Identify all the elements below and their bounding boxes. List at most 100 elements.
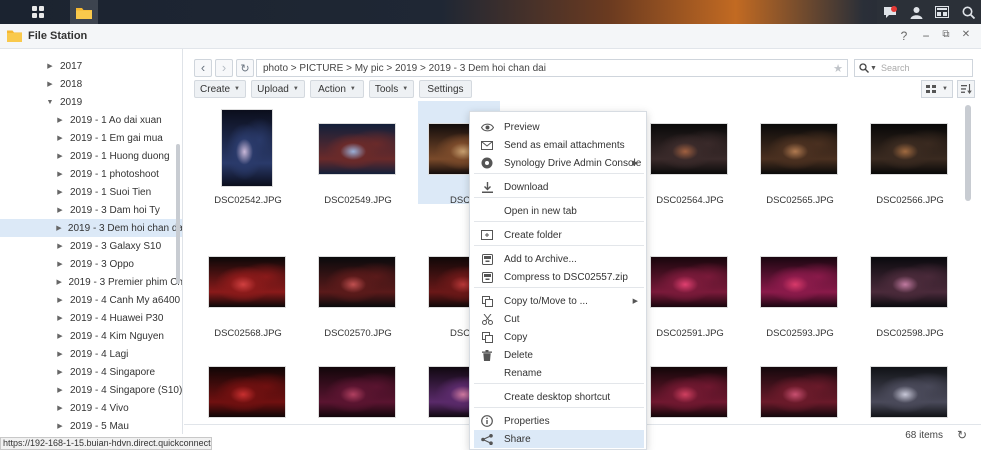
sidebar-item[interactable]: ▶ 2019 - 1 photoshoot	[0, 165, 182, 183]
forward-button[interactable]: ›	[215, 59, 233, 77]
sidebar-item[interactable]: ▶ 2019 - 3 Oppo	[0, 255, 182, 273]
search-taskbar-button[interactable]	[955, 0, 981, 24]
sidebar-item[interactable]: ▶ 2019 - 1 Ao dai xuan	[0, 111, 182, 129]
refresh-path-button[interactable]: ↻	[236, 59, 254, 77]
search-input[interactable]: ▼ Search	[854, 59, 973, 77]
caret-right-icon[interactable]: ▶	[56, 278, 63, 286]
file-item[interactable]: DSC02610.JPG	[760, 352, 840, 449]
sort-button[interactable]	[957, 80, 975, 98]
sidebar-item[interactable]: ▶ 2019 - 5 Mau	[0, 417, 182, 434]
file-item[interactable]: DSC02568.JPG	[208, 242, 288, 339]
caret-right-icon[interactable]: ▶	[56, 188, 64, 196]
context-menu-item[interactable]: Delete	[474, 346, 644, 364]
caret-right-icon[interactable]: ▶	[56, 350, 64, 358]
context-menu-item[interactable]: Compress to DSC02557.zip	[474, 268, 644, 286]
main-menu-button[interactable]	[24, 0, 52, 24]
sidebar-item[interactable]: ▶ 2019 - 1 Suoi Tien	[0, 183, 182, 201]
file-item[interactable]: DSC02542.JPG	[208, 109, 288, 206]
close-button[interactable]: ✕	[959, 29, 973, 40]
context-menu-item[interactable]: Copy to/Move to ... ▶	[474, 292, 644, 310]
sidebar-item[interactable]: ▶ 2019 - 3 Premier phim Ch	[0, 273, 182, 291]
context-menu-item[interactable]: Add to Archive...	[474, 250, 644, 268]
sidebar-item[interactable]: ▶ 2019 - 1 Em gai mua	[0, 129, 182, 147]
context-menu-item[interactable]: Download	[474, 178, 644, 196]
caret-right-icon[interactable]: ▶	[56, 206, 64, 214]
context-menu-item[interactable]: Open in new tab	[474, 202, 644, 220]
file-item[interactable]: DSC02609.JPG	[650, 352, 730, 449]
user-button[interactable]	[903, 0, 929, 24]
upload-button[interactable]: Upload ▼	[251, 80, 305, 98]
file-item[interactable]: DSC02598.JPG	[870, 242, 950, 339]
file-item[interactable]: DSC02599.JPG	[208, 352, 288, 449]
file-item[interactable]: DSC02564.JPG	[650, 109, 730, 206]
sidebar-item[interactable]: ▶ 2019 - 4 Singapore	[0, 363, 182, 381]
file-item[interactable]: DSC02549.JPG	[318, 109, 398, 206]
chevron-down-icon[interactable]: ▼	[870, 65, 877, 72]
sidebar-item[interactable]: ▶ 2019 - 3 Dam hoi Ty	[0, 201, 182, 219]
file-item[interactable]: DSC02570.JPG	[318, 242, 398, 339]
sidebar-item[interactable]: ▶ 2019 - 4 Canh My a6400	[0, 291, 182, 309]
context-menu-item[interactable]: Create desktop shortcut	[474, 388, 644, 406]
context-menu-item[interactable]: Copy	[474, 328, 644, 346]
caret-right-icon[interactable]: ▶	[56, 422, 64, 430]
refresh-button[interactable]: ↻	[957, 428, 967, 442]
tools-button[interactable]: Tools ▼	[369, 80, 414, 98]
sidebar-item[interactable]: ▶ 2019 - 4 Lagi	[0, 345, 182, 363]
caret-right-icon[interactable]: ▶	[56, 314, 64, 322]
caret-right-icon[interactable]: ▶	[56, 332, 64, 340]
restore-button[interactable]: ⧉	[939, 29, 953, 40]
help-button[interactable]: ?	[897, 29, 911, 43]
context-menu-item[interactable]: Cut	[474, 310, 644, 328]
caret-right-icon[interactable]: ▶	[56, 224, 62, 232]
file-item[interactable]: DSC02593.JPG	[760, 242, 840, 339]
caret-right-icon[interactable]: ▶	[56, 116, 64, 124]
caret-right-icon[interactable]: ▶	[56, 170, 64, 178]
settings-button[interactable]: Settings	[419, 80, 472, 98]
caret-right-icon[interactable]: ▶	[56, 296, 64, 304]
view-mode-button[interactable]: ▼	[921, 80, 953, 98]
star-icon[interactable]: ★	[833, 62, 843, 75]
back-button[interactable]: ‹	[194, 59, 212, 77]
sidebar-item[interactable]: ▶ 2019 - 3 Dem hoi chan da	[0, 219, 182, 237]
sidebar-item[interactable]: ▶ 2019 - 4 Kim Nguyen	[0, 327, 182, 345]
taskbar-file-station-button[interactable]	[70, 0, 98, 24]
create-button[interactable]: Create ▼	[194, 80, 246, 98]
caret-down-icon[interactable]: ▼	[46, 99, 54, 106]
caret-right-icon[interactable]: ▶	[56, 134, 64, 142]
action-button[interactable]: Action ▼	[310, 80, 364, 98]
minimize-button[interactable]: −	[919, 29, 933, 43]
sidebar-item[interactable]: ▼ 2019	[0, 93, 182, 111]
context-menu-item[interactable]: Properties	[474, 412, 644, 430]
context-menu-item[interactable]: Preview	[474, 118, 644, 136]
context-menu-item[interactable]: Share	[474, 430, 644, 448]
context-menu-item[interactable]: Create folder	[474, 226, 644, 244]
sidebar-item[interactable]: ▶ 2019 - 3 Galaxy S10	[0, 237, 182, 255]
sidebar-item[interactable]: ▶ 2019 - 4 Huawei P30	[0, 309, 182, 327]
caret-right-icon[interactable]: ▶	[56, 404, 64, 412]
widgets-button[interactable]	[929, 0, 955, 24]
window-titlebar[interactable]: File Station ? − ⧉ ✕	[0, 24, 981, 49]
context-menu-item[interactable]: Synology Drive Admin Console ▶	[474, 154, 644, 172]
notifications-button[interactable]	[877, 0, 903, 24]
caret-right-icon[interactable]: ▶	[56, 386, 64, 394]
file-item[interactable]: DSC02600.JPG	[318, 352, 398, 449]
file-item[interactable]: DSC02565.JPG	[760, 109, 840, 206]
sidebar-item[interactable]: ▶ 2017	[0, 57, 182, 75]
sidebar-item[interactable]: ▶ 2019 - 4 Singapore (S10)	[0, 381, 182, 399]
caret-right-icon[interactable]: ▶	[46, 80, 54, 88]
file-item[interactable]: DSC02616.JPG	[870, 352, 950, 449]
path-bar[interactable]: photo > PICTURE > My pic > 2019 > 2019 -…	[256, 59, 848, 77]
caret-right-icon[interactable]: ▶	[56, 242, 64, 250]
scrollbar[interactable]	[176, 144, 180, 284]
sidebar-item[interactable]: ▶ 2018	[0, 75, 182, 93]
context-menu-item[interactable]: Send as email attachments	[474, 136, 644, 154]
file-item[interactable]: DSC02566.JPG	[870, 109, 950, 206]
scrollbar[interactable]	[965, 105, 971, 201]
caret-right-icon[interactable]: ▶	[56, 368, 64, 376]
file-item[interactable]: DSC02591.JPG	[650, 242, 730, 339]
sidebar-item[interactable]: ▶ 2019 - 1 Huong duong	[0, 147, 182, 165]
caret-right-icon[interactable]: ▶	[56, 260, 64, 268]
context-menu-item[interactable]: Rename	[474, 364, 644, 382]
sidebar-item[interactable]: ▶ 2019 - 4 Vivo	[0, 399, 182, 417]
caret-right-icon[interactable]: ▶	[46, 62, 54, 70]
